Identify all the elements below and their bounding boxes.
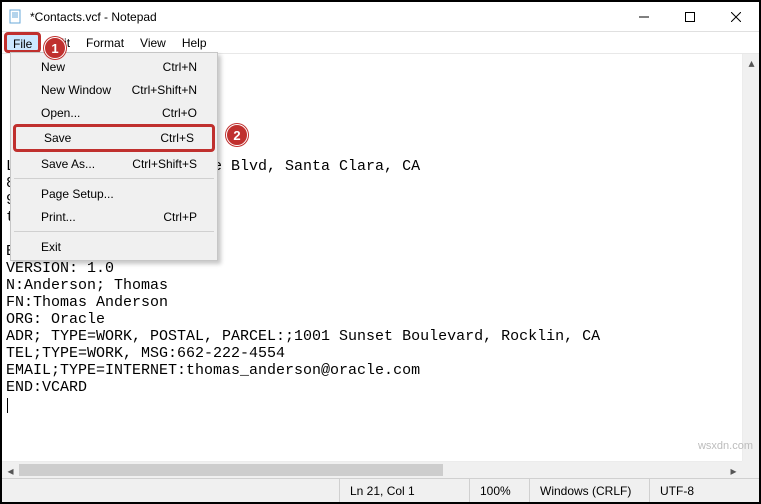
scroll-track[interactable] [743,71,759,461]
menu-item-label: Save [44,131,160,145]
close-button[interactable] [713,2,759,32]
minimize-button[interactable] [621,2,667,32]
menu-item-page-setup[interactable]: Page Setup... [13,182,215,205]
text-caret [7,398,8,413]
menu-item-save-as[interactable]: Save As... Ctrl+Shift+S [13,152,215,175]
menu-item-accel: Ctrl+N [163,60,197,74]
menu-separator [14,231,214,232]
scroll-corner [742,461,759,478]
scroll-thumb[interactable] [19,464,443,476]
menu-item-print[interactable]: Print... Ctrl+P [13,205,215,228]
menu-item-label: New [41,60,163,74]
menu-item-new[interactable]: New Ctrl+N [13,55,215,78]
status-line-ending: Windows (CRLF) [529,479,649,502]
menu-bar: File Edit Format View Help [2,32,759,54]
menu-item-label: Exit [41,240,197,254]
scroll-left-icon[interactable]: ◂ [2,462,19,478]
status-encoding: UTF-8 [649,479,759,502]
menu-format[interactable]: Format [78,32,132,53]
status-zoom: 100% [469,479,529,502]
watermark: wsxdn.com [698,440,753,452]
menu-item-save[interactable]: Save Ctrl+S [13,124,215,152]
menu-item-accel: Ctrl+P [163,210,197,224]
menu-item-label: New Window [41,83,132,97]
status-bar: Ln 21, Col 1 100% Windows (CRLF) UTF-8 [2,478,759,502]
file-menu-dropdown: New Ctrl+N New Window Ctrl+Shift+N Open.… [10,52,218,261]
status-spacer [2,479,339,502]
scroll-right-icon[interactable]: ▸ [725,462,742,478]
menu-item-new-window[interactable]: New Window Ctrl+Shift+N [13,78,215,101]
maximize-button[interactable] [667,2,713,32]
menu-item-label: Open... [41,106,162,120]
horizontal-scrollbar[interactable]: ◂ ▸ [2,461,742,478]
menu-view[interactable]: View [132,32,174,53]
menu-item-accel: Ctrl+S [160,131,194,145]
menu-item-open[interactable]: Open... Ctrl+O [13,101,215,124]
menu-item-accel: Ctrl+Shift+S [132,157,197,171]
menu-item-accel: Ctrl+Shift+N [132,83,197,97]
annotation-callout-2: 2 [226,124,248,146]
menu-item-exit[interactable]: Exit [13,235,215,258]
menu-help[interactable]: Help [174,32,215,53]
menu-item-label: Print... [41,210,163,224]
menu-item-label: Page Setup... [41,187,197,201]
app-icon [8,9,24,25]
title-bar: *Contacts.vcf - Notepad [2,2,759,32]
menu-file[interactable]: File [4,32,41,53]
menu-item-accel: Ctrl+O [162,106,197,120]
menu-item-label: Save As... [41,157,132,171]
scroll-up-icon[interactable]: ▴ [743,54,759,71]
annotation-callout-1: 1 [44,37,66,59]
menu-separator [14,178,214,179]
status-line-col: Ln 21, Col 1 [339,479,469,502]
vertical-scrollbar[interactable]: ▴ ▾ [742,54,759,478]
scroll-track[interactable] [19,462,725,478]
window-title: *Contacts.vcf - Notepad [30,10,157,24]
